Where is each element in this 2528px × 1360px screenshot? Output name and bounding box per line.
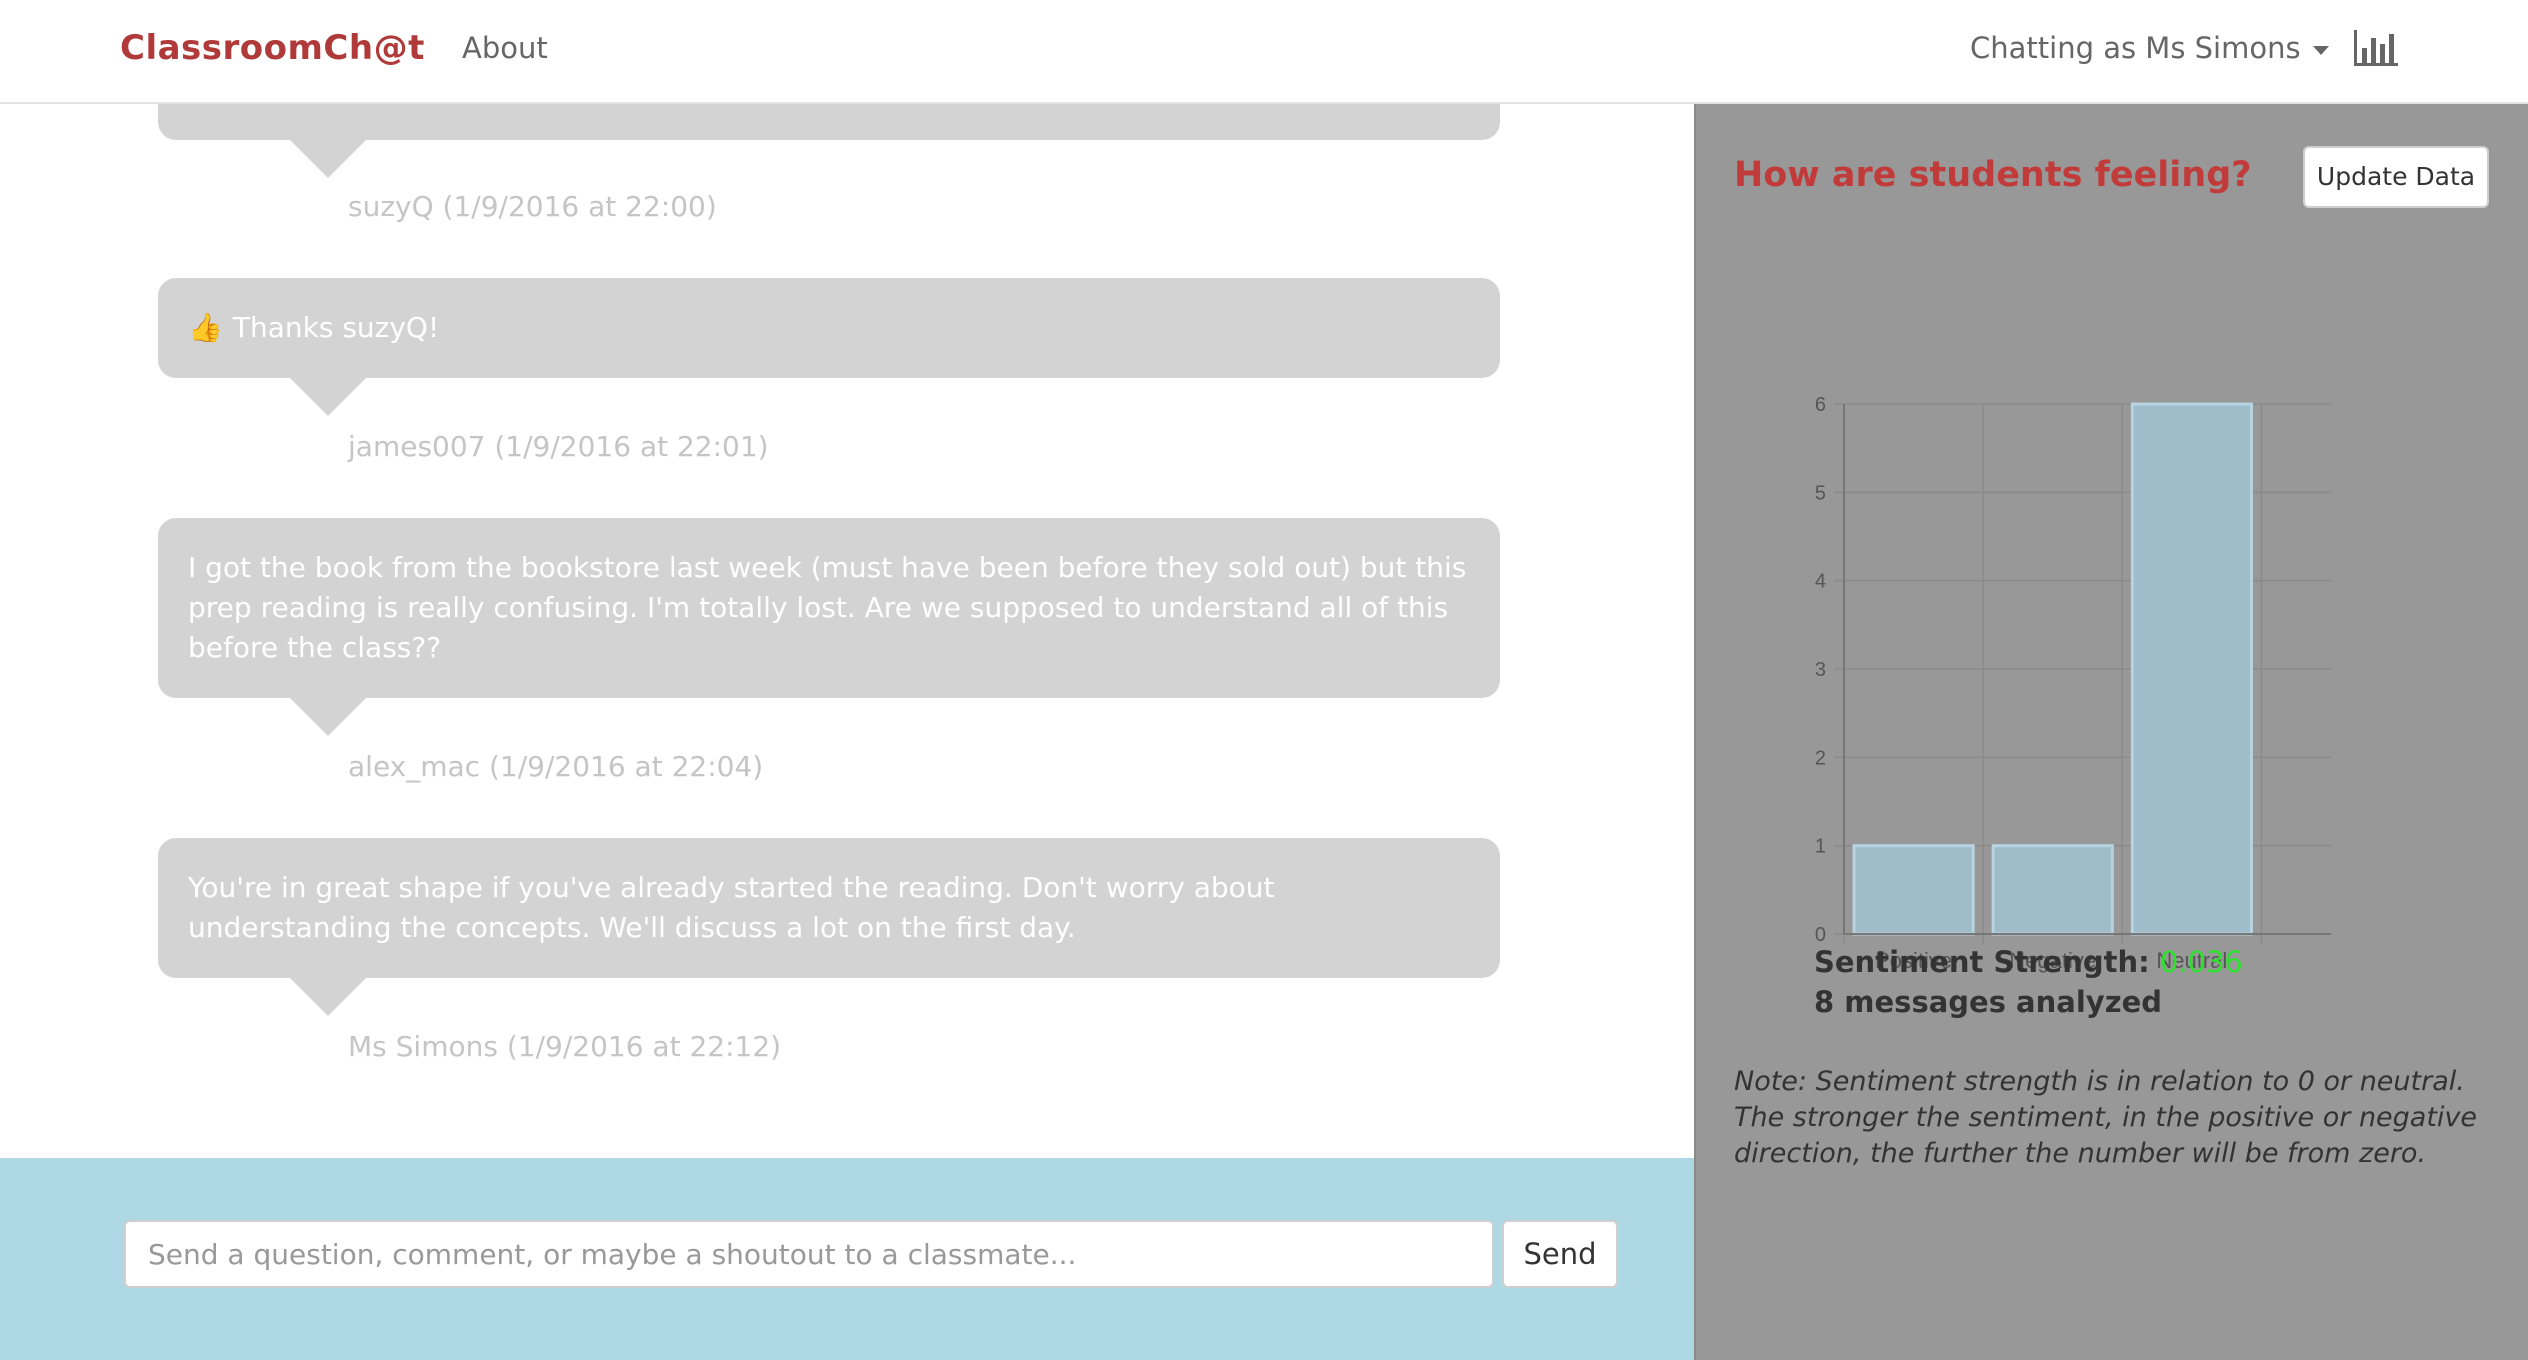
messages-analyzed: 8 messages analyzed [1814,982,2162,1022]
panel-title: How are students feeling? [1734,155,2252,195]
message-bubble: 👍 Thanks suzyQ! [158,278,1500,416]
analyzed-label: messages analyzed [1844,985,2162,1019]
y-tick-label: 4 [1815,571,1826,593]
y-tick-label: 1 [1815,836,1826,858]
bar-positive [1852,844,1975,936]
sentiment-panel: How are students feeling? Update Data 01… [1694,104,2528,1360]
message-text: You're in great shape if you've already … [188,871,1275,944]
message-author: james007 (1/9/2016 at 22:01) [348,430,769,463]
bar-negative [1991,844,2114,936]
message-author: Ms Simons (1/9/2016 at 22:12) [348,1030,782,1063]
bubble-tail [288,376,368,416]
message-author: suzyQ (1/9/2016 at 22:00) [348,190,717,223]
y-tick-label: 5 [1815,482,1826,504]
user-menu-dropdown[interactable]: Chatting as Ms Simons [1970,26,2329,70]
sentiment-strength: Sentiment Strength: 0.036 [1814,942,2243,982]
y-tick-label: 6 [1815,394,1826,416]
y-tick-label: 2 [1815,747,1826,769]
message-author: alex_mac (1/9/2016 at 22:04) [348,750,764,783]
sentiment-strength-label: Sentiment Strength: [1814,945,2150,979]
brand-logo[interactable]: ClassroomCh@t [120,24,425,72]
thumbs-up-icon: 👍 [188,311,223,344]
navbar: ClassroomCh@t About Chatting as Ms Simon… [0,0,2528,104]
message-bubble: You're in great shape if you've already … [158,838,1500,1016]
bar-chart-icon[interactable] [2352,28,2400,68]
composer-bar: Send [0,1158,1694,1360]
message-bubble: I got the book from the bookstore last w… [158,518,1500,736]
sentiment-bar-chart: 0123456Positive Negative Neutral [1815,394,2331,973]
nav-about-link[interactable]: About [462,26,548,70]
y-tick-label: 3 [1815,659,1826,681]
user-menu-label: Chatting as Ms Simons [1970,31,2301,65]
bubble-tail [288,696,368,736]
bubble-tail [288,976,368,1016]
analyzed-count: 8 [1814,985,1835,1019]
send-button[interactable]: Send [1502,1220,1618,1288]
message-text: 👍 Thanks suzyQ! [188,311,440,344]
sentiment-note: Note: Sentiment strength is in relation … [1734,1066,2478,1169]
update-data-button[interactable]: Update Data [2303,146,2489,208]
sentiment-strength-value: 0.036 [2159,945,2243,979]
message-bubble [158,104,1500,178]
caret-down-icon [2312,45,2329,55]
message-input[interactable] [124,1220,1494,1288]
message-text: I got the book from the bookstore last w… [188,551,1467,664]
bar-neutral [2130,402,2253,936]
chat-messages[interactable]: suzyQ (1/9/2016 at 22:00) 👍 Thanks suzyQ!… [0,104,1694,1158]
bubble-tail [288,138,368,178]
